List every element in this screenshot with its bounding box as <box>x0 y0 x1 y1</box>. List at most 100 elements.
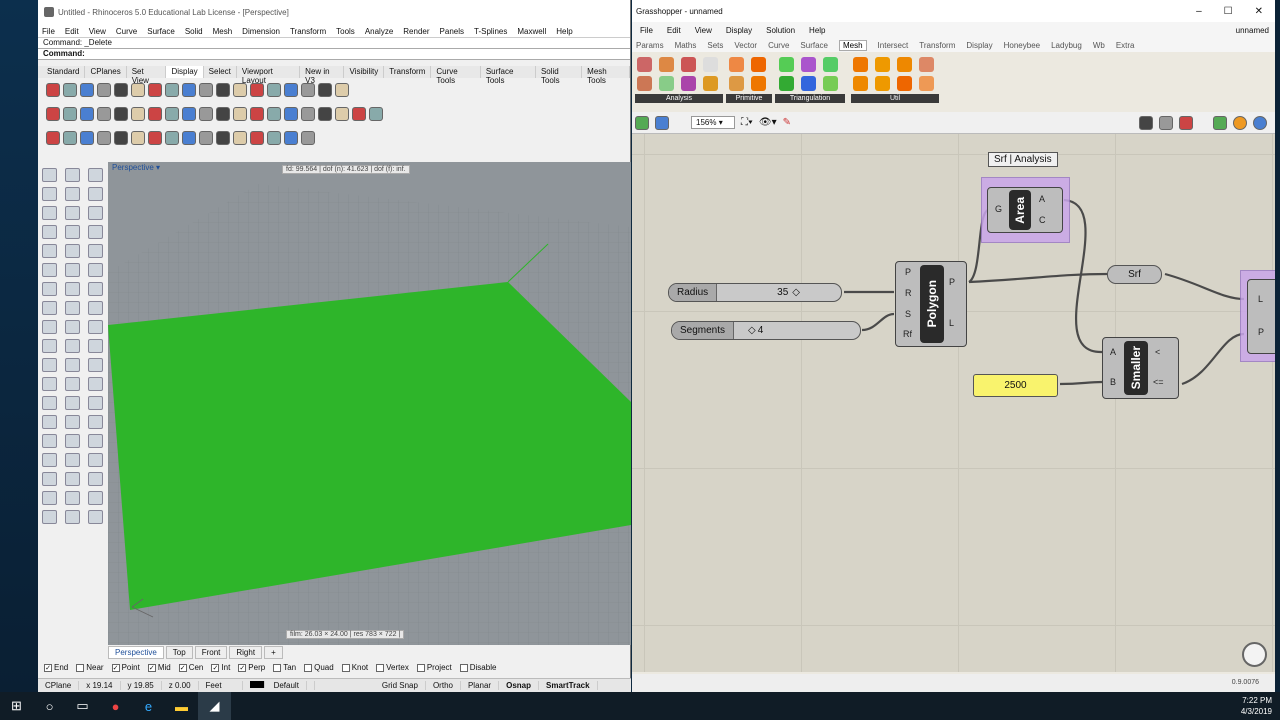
toolbar-button-icon[interactable] <box>250 83 264 97</box>
tool-button-icon[interactable] <box>65 168 80 182</box>
toolbar-button-icon[interactable] <box>335 83 349 97</box>
tool-button-icon[interactable] <box>42 510 57 524</box>
menu-tsplines[interactable]: T-Splines <box>474 27 507 36</box>
tool-button-icon[interactable] <box>65 434 80 448</box>
shaded-preview-icon[interactable] <box>1179 115 1193 130</box>
toolbar-button-icon[interactable] <box>301 83 315 97</box>
tool-button-icon[interactable] <box>42 282 57 296</box>
chrome-icon[interactable]: ● <box>99 692 132 720</box>
radius-slider[interactable]: Radius 35 ◇ <box>668 283 842 302</box>
toolbar-button-icon[interactable] <box>80 107 94 121</box>
render-preview-icon[interactable] <box>1253 115 1267 130</box>
tool-button-icon[interactable] <box>42 339 57 353</box>
gh-tab-params[interactable]: Params <box>636 41 664 50</box>
viewport-title[interactable]: Perspective ▾ <box>112 163 160 172</box>
tool-button-icon[interactable] <box>42 263 57 277</box>
gh-tab-honeybee[interactable]: Honeybee <box>1004 41 1040 50</box>
tool-button-icon[interactable] <box>88 358 103 372</box>
osnap-checkbox[interactable] <box>459 663 468 672</box>
tool-button-icon[interactable] <box>42 434 57 448</box>
tool-button-icon[interactable] <box>42 244 57 258</box>
osnap-cen[interactable]: ✓ Cen <box>178 663 203 672</box>
menu-panels[interactable]: Panels <box>440 27 464 36</box>
toolbar-button-icon[interactable] <box>301 131 315 145</box>
view-tab-front[interactable]: Front <box>194 645 228 659</box>
toolbar-button-icon[interactable] <box>284 131 298 145</box>
tool-button-icon[interactable] <box>88 282 103 296</box>
zoom-extents-icon[interactable]: ⛶▾ <box>741 117 753 128</box>
tool-button-icon[interactable] <box>88 301 103 315</box>
toolbar-button-icon[interactable] <box>63 83 77 97</box>
toolbar-button-icon[interactable] <box>233 131 247 145</box>
toolbar-button-icon[interactable] <box>267 107 281 121</box>
gh-menu-help[interactable]: Help <box>809 26 825 35</box>
save-file-icon[interactable] <box>655 115 669 130</box>
toolbar-button-icon[interactable] <box>233 83 247 97</box>
toolbar-button-icon[interactable] <box>250 107 264 121</box>
toolbar-button-icon[interactable] <box>63 107 77 121</box>
menu-surface[interactable]: Surface <box>147 27 175 36</box>
tool-button-icon[interactable] <box>88 396 103 410</box>
osnap-checkbox[interactable]: ✓ <box>178 663 187 672</box>
tool-button-icon[interactable] <box>65 206 80 220</box>
toolbar-button-icon[interactable] <box>369 107 383 121</box>
tool-button-icon[interactable] <box>42 206 57 220</box>
segments-slider[interactable]: Segments ◇ 4 <box>671 321 861 340</box>
gh-tab-display[interactable]: Display <box>966 41 992 50</box>
toolbar-button-icon[interactable] <box>318 83 332 97</box>
osnap-checkbox[interactable] <box>273 663 282 672</box>
wireframe-preview-icon[interactable] <box>1159 115 1173 130</box>
status-layer[interactable]: Default <box>243 681 315 690</box>
tool-button-icon[interactable] <box>65 244 80 258</box>
toolbar-button-icon[interactable] <box>165 107 179 121</box>
tool-button-icon[interactable] <box>88 168 103 182</box>
status-ortho[interactable]: Ortho <box>426 681 461 690</box>
toolbar-button-icon[interactable] <box>199 131 213 145</box>
tool-button-icon[interactable] <box>88 415 103 429</box>
tool-button-icon[interactable] <box>88 377 103 391</box>
tool-button-icon[interactable] <box>88 339 103 353</box>
tool-button-icon[interactable] <box>42 377 57 391</box>
polygon-component[interactable]: P R S Rf Polygon P L <box>895 261 967 347</box>
toolbar-button-icon[interactable] <box>284 107 298 121</box>
area-component[interactable]: G Area A C <box>987 187 1063 233</box>
gh-tab-maths[interactable]: Maths <box>675 41 697 50</box>
srf-param[interactable]: Srf <box>1107 265 1162 284</box>
gh-tab-surface[interactable]: Surface <box>800 41 828 50</box>
tab-solid-tools[interactable]: Solid Tools <box>536 66 583 85</box>
toolbar-button-icon[interactable] <box>165 83 179 97</box>
smaller-component[interactable]: A B Smaller < <= <box>1102 337 1179 399</box>
toolbar-button-icon[interactable] <box>114 131 128 145</box>
toolbar-button-icon[interactable] <box>267 131 281 145</box>
tab-mesh-tools[interactable]: Mesh Tools <box>582 66 630 85</box>
menu-solid[interactable]: Solid <box>185 27 203 36</box>
menu-maxwell[interactable]: Maxwell <box>517 27 546 36</box>
toolbar-button-icon[interactable] <box>131 131 145 145</box>
osnap-mid[interactable]: ✓ Mid <box>147 663 171 672</box>
menu-tools[interactable]: Tools <box>336 27 355 36</box>
tab-transform[interactable]: Transform <box>384 66 432 78</box>
toolbar-button-icon[interactable] <box>46 83 60 97</box>
toolbar-button-icon[interactable] <box>131 107 145 121</box>
view-tab-right[interactable]: Right <box>229 645 263 659</box>
menu-help[interactable]: Help <box>556 27 572 36</box>
tab-new-in-v3[interactable]: New in V3 <box>300 66 345 85</box>
toolbar-button-icon[interactable] <box>97 107 111 121</box>
solver-icon[interactable] <box>1233 115 1247 130</box>
file-explorer-icon[interactable]: ▬ <box>165 692 198 720</box>
toolbar-button-icon[interactable] <box>131 83 145 97</box>
minimize-icon[interactable]: – <box>1196 6 1202 17</box>
tool-button-icon[interactable] <box>65 453 80 467</box>
tool-button-icon[interactable] <box>42 415 57 429</box>
menu-analyze[interactable]: Analyze <box>365 27 393 36</box>
tab-display[interactable]: Display <box>166 66 204 78</box>
osnap-checkbox[interactable]: ✓ <box>238 663 247 672</box>
gh-tab-curve[interactable]: Curve <box>768 41 789 50</box>
gh-tab-ladybug[interactable]: Ladybug <box>1051 41 1082 50</box>
toolbar-button-icon[interactable] <box>182 131 196 145</box>
toolbar-button-icon[interactable] <box>216 131 230 145</box>
tool-button-icon[interactable] <box>88 510 103 524</box>
task-view-icon[interactable]: ▭ <box>66 692 99 720</box>
toolbar-button-icon[interactable] <box>250 131 264 145</box>
status-grid-snap[interactable]: Grid Snap <box>375 681 426 690</box>
